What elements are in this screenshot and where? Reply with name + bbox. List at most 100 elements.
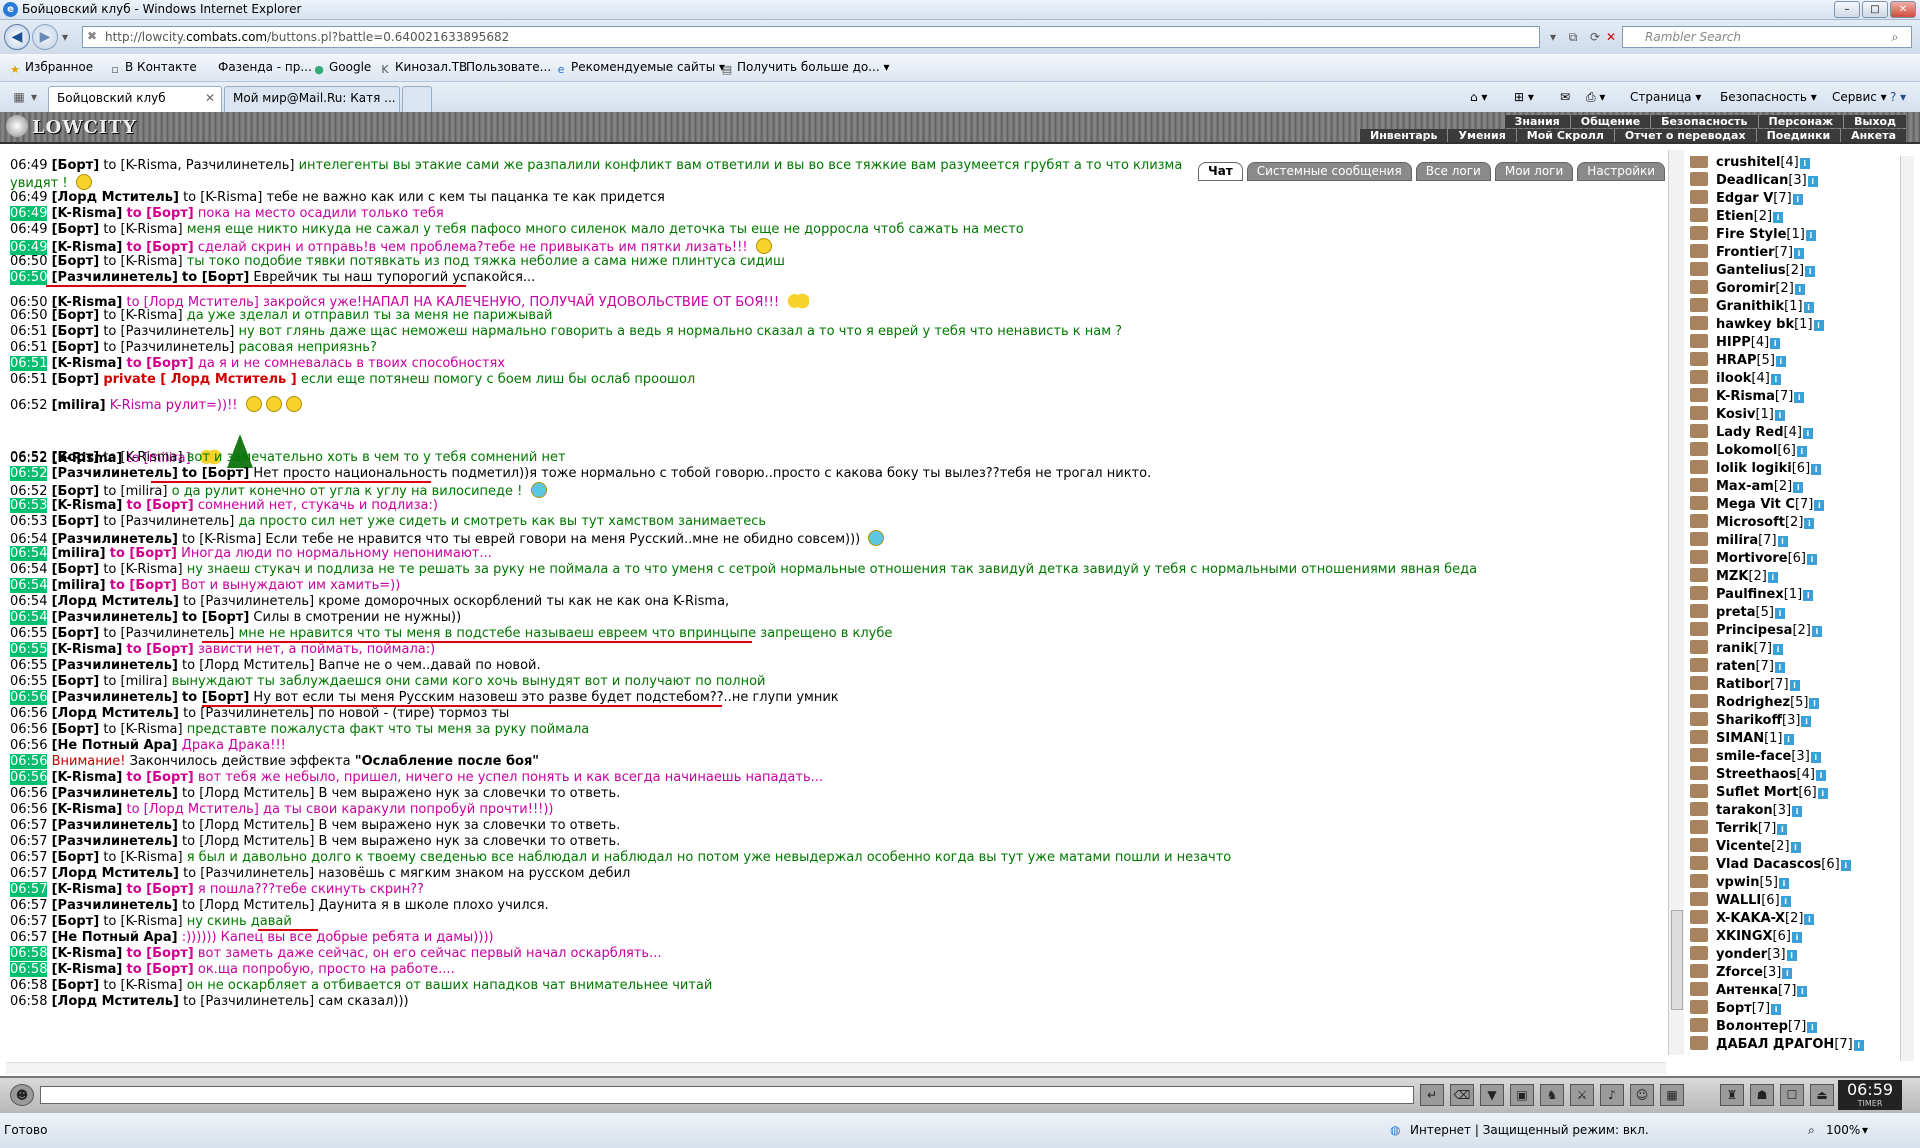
user-name[interactable]: Волонтер — [1716, 1019, 1788, 1034]
message-author[interactable]: [Борт] — [52, 484, 100, 499]
user-list-item[interactable]: Max-am[2] i — [1690, 478, 1804, 496]
message-recipient[interactable]: to [K-Risma] — [103, 222, 182, 237]
user-info-icon[interactable]: i — [1774, 662, 1785, 673]
page-menu[interactable]: Страница ▾ — [1630, 90, 1701, 104]
user-info-icon[interactable]: i — [1811, 464, 1822, 475]
message-author[interactable]: [Борт] — [52, 372, 100, 387]
user-list-item[interactable]: Волонтер[7] i — [1690, 1018, 1818, 1036]
user-list-item[interactable]: Edgar V[7] i — [1690, 190, 1803, 208]
message-author[interactable]: [K-Risma] — [52, 498, 123, 513]
user-info-icon[interactable]: i — [1786, 950, 1797, 961]
message-author[interactable]: [Лорд Мститель] — [52, 866, 179, 881]
user-name[interactable]: XKINGX — [1716, 929, 1773, 944]
user-info-icon[interactable]: i — [1770, 374, 1781, 385]
message-recipient[interactable]: to [Разчилинетель] — [183, 866, 314, 881]
user-name[interactable]: WALLI — [1716, 893, 1761, 908]
user-name[interactable]: Vicente — [1716, 839, 1771, 854]
arrow-right-icon[interactable]: ▶ — [32, 24, 58, 50]
user-name[interactable]: Goromir — [1716, 281, 1775, 296]
user-name[interactable]: Sharikoff — [1716, 713, 1782, 728]
menu-security[interactable]: Безопасность — [1650, 115, 1757, 128]
tab-all-logs[interactable]: Все логи — [1415, 162, 1491, 181]
message-author[interactable]: [Борт] — [52, 158, 100, 173]
user-info-icon[interactable]: i — [1778, 878, 1789, 889]
user-list-item[interactable]: Fire Style[1] i — [1690, 226, 1816, 244]
fav-link-more[interactable]: ▤ Получить больше до... ▾ — [720, 60, 890, 77]
menu-knowledge[interactable]: Знания — [1503, 115, 1570, 128]
message-author[interactable]: [Борт] — [52, 324, 100, 339]
user-info-icon[interactable]: i — [1803, 302, 1814, 313]
user-name[interactable]: Vlad Dacascos — [1716, 857, 1821, 872]
message-author[interactable]: [Лорд Мститель] — [52, 994, 179, 1009]
user-list-item[interactable]: Etien[2] i — [1690, 208, 1784, 226]
fav-link-fazenda[interactable]: Фазенда - пр... — [218, 60, 312, 74]
user-info-icon[interactable]: i — [1811, 626, 1822, 637]
tab-my-logs[interactable]: Мои логи — [1494, 162, 1574, 181]
user-info-icon[interactable]: i — [1772, 644, 1783, 655]
menu-character[interactable]: Персонаж — [1757, 115, 1844, 128]
history-dropdown-icon[interactable]: ▾ — [58, 26, 72, 48]
user-info-icon[interactable]: i — [1799, 158, 1810, 169]
user-list-item[interactable]: Lady Red[4] i — [1690, 424, 1813, 442]
message-author[interactable]: [Разчилинетель] — [52, 818, 178, 833]
message-author[interactable]: [K-Risma] — [52, 642, 123, 657]
message-author[interactable]: [Не Потный Ара] — [52, 738, 178, 753]
message-recipient[interactable]: to [Лорд Мститель] — [182, 818, 314, 833]
message-author[interactable]: [Борт] — [52, 308, 100, 323]
user-name[interactable]: Granithik — [1716, 299, 1784, 314]
message-recipient[interactable]: to [K-Risma, Разчилинетель] — [103, 158, 294, 173]
new-tab-button[interactable] — [402, 86, 432, 112]
user-info-icon[interactable]: i — [1853, 1040, 1864, 1051]
user-name[interactable]: Streethaos — [1716, 767, 1797, 782]
message-author[interactable]: [K-Risma] — [52, 206, 123, 221]
message-author[interactable]: [Борт] — [52, 850, 100, 865]
message-recipient[interactable]: to [K-Risma] — [103, 722, 182, 737]
message-recipient[interactable]: private [ Лорд Мститель ] — [103, 372, 296, 387]
smiles-icon[interactable]: ☻ — [10, 1084, 34, 1106]
message-recipient[interactable]: to [Разчилинетель] — [103, 626, 234, 641]
user-name[interactable]: Zforce — [1716, 965, 1763, 980]
fav-link-recommended[interactable]: e Рекомендуемые сайты ▾ — [554, 60, 725, 77]
user-info-icon[interactable]: i — [1771, 1004, 1782, 1015]
user-info-icon[interactable]: i — [1774, 608, 1785, 619]
user-name[interactable]: Mortivore — [1716, 551, 1788, 566]
message-author[interactable]: [Борт] — [52, 914, 100, 929]
message-recipient[interactable]: to [K-Risma] — [103, 562, 182, 577]
message-recipient[interactable]: to [Борт] — [127, 642, 194, 657]
message-author[interactable]: [Разчилинетель] — [52, 532, 178, 547]
message-recipient[interactable]: to [Борт] — [127, 498, 194, 513]
message-author[interactable]: [Разчилинетель] — [52, 690, 178, 705]
menu-fights[interactable]: Поединки — [1755, 129, 1841, 142]
message-author[interactable]: [Борт] — [52, 514, 100, 529]
user-info-icon[interactable]: i — [1789, 680, 1800, 691]
user-info-icon[interactable]: i — [1790, 842, 1801, 853]
user-list-item[interactable]: Vicente[2] i — [1690, 838, 1801, 856]
user-list-item[interactable]: milira[7] i — [1690, 532, 1788, 550]
magnifier-icon[interactable]: ⌕ — [1884, 26, 1906, 48]
menu-scroll[interactable]: Мой Скролл — [1515, 129, 1614, 142]
close-button[interactable]: ✕ — [1890, 1, 1916, 18]
tab-chat[interactable]: Чат — [1198, 162, 1243, 181]
fighter-icon[interactable]: ♞ — [1540, 1084, 1564, 1106]
user-list-item[interactable]: crushitel[4] i — [1690, 156, 1810, 172]
message-author[interactable]: [K-Risma] — [52, 962, 123, 977]
message-author[interactable]: [Борт] — [52, 978, 100, 993]
compat-icon[interactable]: ⧉ — [1562, 26, 1584, 48]
user-info-icon[interactable]: i — [1797, 986, 1808, 997]
filter-icon[interactable]: ▼ — [1480, 1084, 1504, 1106]
user-name[interactable]: Rodrighez — [1716, 695, 1790, 710]
user-list-item[interactable]: yonder[3] i — [1690, 946, 1797, 964]
message-author[interactable]: [Разчилинетель] — [52, 610, 178, 625]
message-recipient[interactable]: to [Лорд Мститель] — [182, 898, 314, 913]
message-recipient[interactable]: to [Борт] — [182, 270, 249, 285]
user-name[interactable]: Terrik — [1716, 821, 1758, 836]
userlist-scrollbar[interactable] — [1900, 156, 1914, 1061]
message-recipient[interactable]: to [Разчилинетель] — [103, 340, 234, 355]
home-icon[interactable]: ⌂ ▾ — [1470, 90, 1487, 104]
user-info-icon[interactable]: i — [1780, 896, 1791, 907]
user-name[interactable]: lolik logiki — [1716, 461, 1792, 476]
mail-icon[interactable]: ✉ — [1560, 90, 1570, 104]
message-author[interactable]: [Разчилинетель] — [52, 834, 178, 849]
message-author[interactable]: [Борт] — [52, 450, 100, 465]
arrow-left-icon[interactable]: ◀ — [4, 24, 30, 50]
